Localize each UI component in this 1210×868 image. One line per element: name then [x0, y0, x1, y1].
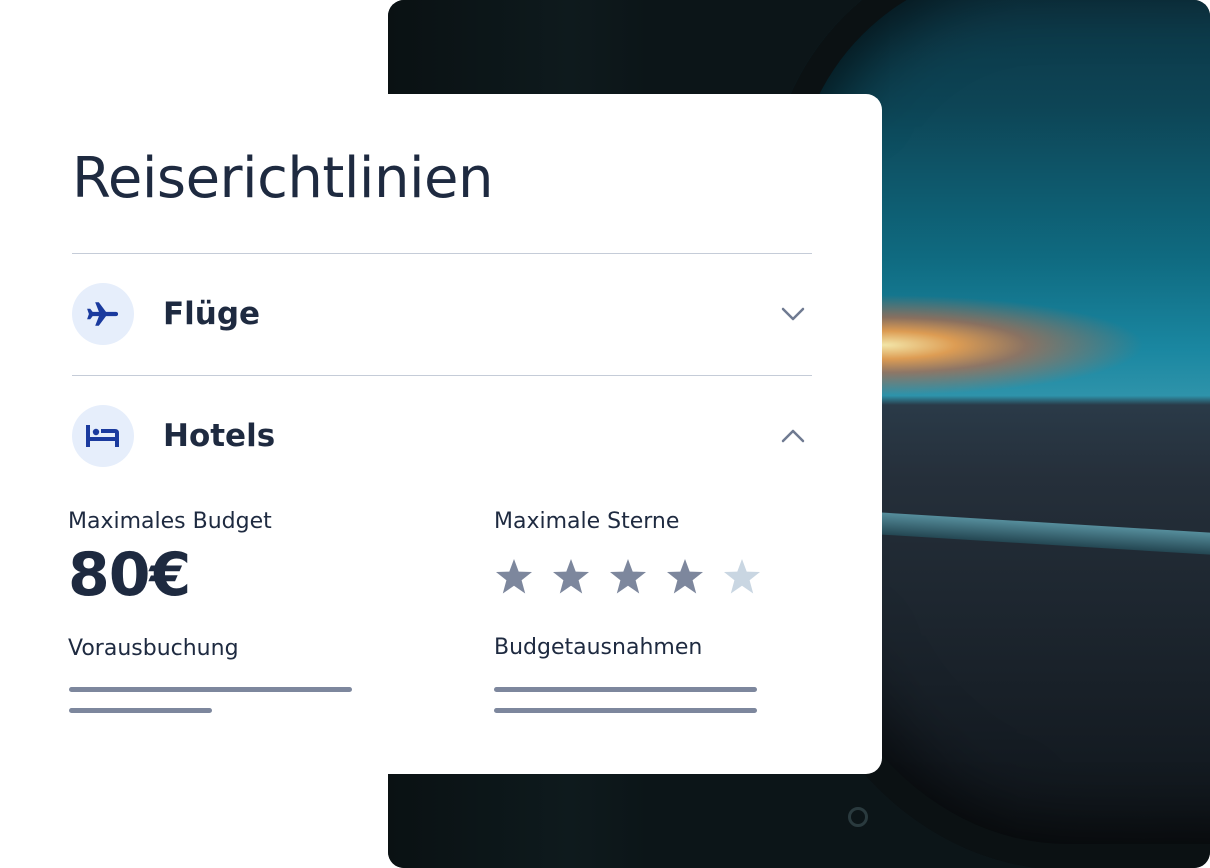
star-filled-icon — [667, 559, 703, 594]
airplane-icon — [87, 302, 118, 326]
max-stars-label: Maximale Sterne — [494, 509, 680, 534]
section-hotels[interactable]: Hotels — [72, 404, 812, 468]
budget-exceptions-label: Budgetausnahmen — [494, 635, 703, 660]
star-filled-icon — [496, 559, 532, 594]
section-flights[interactable]: Flüge — [72, 282, 812, 346]
flights-icon-circle — [72, 283, 134, 345]
page-title: Reiserichtlinien — [72, 146, 493, 211]
window-bolt — [848, 807, 868, 827]
budget-exceptions-placeholder-line — [494, 687, 757, 692]
divider-middle — [72, 375, 812, 376]
budget-exceptions-placeholder-line — [494, 708, 757, 713]
chevron-down-icon[interactable] — [780, 306, 806, 322]
star-filled-icon — [553, 559, 589, 594]
star-filled-icon — [610, 559, 646, 594]
star-rating — [494, 557, 762, 597]
travel-policy-card: Reiserichtlinien Flüge Hotels Maximales … — [0, 94, 882, 774]
section-label-flights: Flüge — [163, 296, 261, 332]
max-budget-value: 80€ — [68, 540, 191, 610]
chevron-up-icon[interactable] — [780, 428, 806, 444]
advance-booking-label: Vorausbuchung — [68, 636, 239, 661]
bed-icon — [86, 425, 119, 447]
divider-top — [72, 253, 812, 254]
advance-booking-placeholder-line — [69, 687, 352, 692]
hotels-icon-circle — [72, 405, 134, 467]
section-label-hotels: Hotels — [163, 418, 276, 454]
max-budget-label: Maximales Budget — [68, 509, 272, 534]
star-empty-icon — [724, 559, 760, 594]
advance-booking-placeholder-line — [69, 708, 212, 713]
